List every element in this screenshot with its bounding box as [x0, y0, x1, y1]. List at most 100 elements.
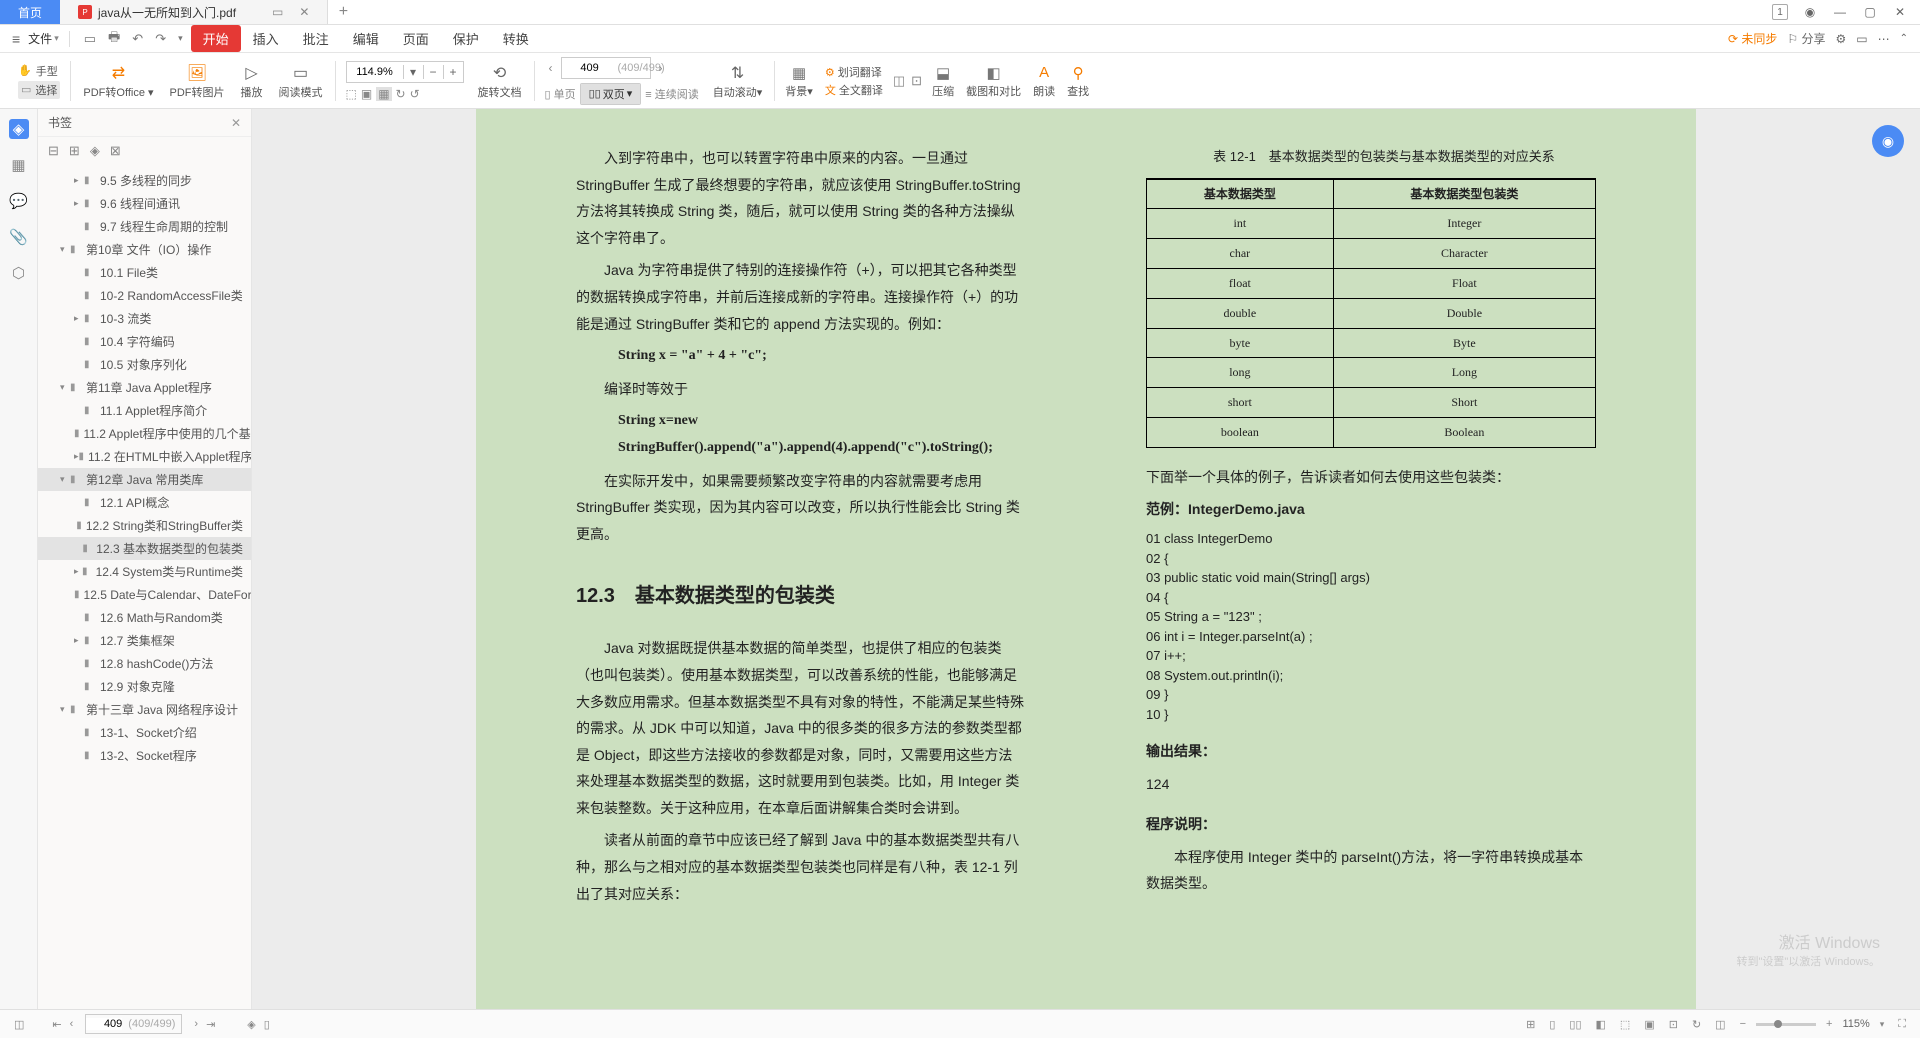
- single-page[interactable]: ▯ 单页: [545, 86, 576, 102]
- sb-page-input[interactable]: [86, 1018, 122, 1030]
- screenshot[interactable]: ◧截图和对比: [960, 63, 1027, 99]
- sb-view1[interactable]: ⊞: [1522, 1018, 1539, 1031]
- sb-zoom-dropdown[interactable]: ▾: [1876, 1019, 1889, 1030]
- rotate-left-icon[interactable]: ↻: [396, 87, 406, 101]
- sb-view6[interactable]: ▣: [1640, 1018, 1658, 1031]
- menu-1[interactable]: 插入: [241, 25, 291, 52]
- print-icon[interactable]: 🖶: [104, 28, 124, 50]
- bookmark-item[interactable]: ▮10.5 对象序列化: [38, 353, 251, 376]
- sb-view7[interactable]: ⊡: [1665, 1018, 1682, 1031]
- sb-panel-icon[interactable]: ◫: [10, 1018, 28, 1031]
- bookmark-item[interactable]: ▸▮12.7 类集框架: [38, 629, 251, 652]
- sb-view9[interactable]: ◫: [1711, 1018, 1729, 1031]
- sb-view2[interactable]: ▯: [1545, 1018, 1559, 1031]
- bookmark-item[interactable]: ▮12.1 API概念: [38, 491, 251, 514]
- bookmark-item[interactable]: ▮12.3 基本数据类型的包装类: [38, 537, 251, 560]
- sync-status[interactable]: ⟳ 未同步: [1728, 30, 1777, 47]
- menu-3[interactable]: 编辑: [341, 25, 391, 52]
- tab-close-icon[interactable]: ✕: [299, 5, 309, 19]
- tool-collapse[interactable]: ⊟: [48, 143, 59, 159]
- tab-document[interactable]: P java从一无所知到入门.pdf ▭ ✕: [60, 0, 328, 24]
- sb-first-page[interactable]: ⇤: [48, 1018, 65, 1031]
- sb-zoom-slider[interactable]: [1756, 1023, 1816, 1026]
- bookmark-item[interactable]: ▮11.2 Applet程序中使用的几个基本方法: [38, 422, 251, 445]
- fit-width-icon[interactable]: ⬚: [346, 87, 357, 101]
- fab-button[interactable]: ◉: [1872, 125, 1904, 157]
- bookmark-item[interactable]: ▮10.4 字符编码: [38, 330, 251, 353]
- next-page[interactable]: ›: [655, 61, 667, 75]
- sb-page-icon[interactable]: ▯: [260, 1018, 274, 1031]
- sb-last-page[interactable]: ⇥: [202, 1018, 219, 1031]
- bookmark-icon[interactable]: ◈: [9, 119, 29, 139]
- redo-icon[interactable]: ↷: [151, 31, 170, 47]
- continuous-read[interactable]: ≡ 连续阅读: [645, 86, 698, 102]
- menu-4[interactable]: 页面: [391, 25, 441, 52]
- bookmark-item[interactable]: ▮13-1、Socket介绍: [38, 721, 251, 744]
- read-aloud[interactable]: A朗读: [1027, 63, 1061, 99]
- zoom-in[interactable]: +: [443, 65, 463, 79]
- bookmark-item[interactable]: ▾▮第十三章 Java 网络程序设计: [38, 698, 251, 721]
- dropdown-icon[interactable]: ▾: [174, 33, 187, 44]
- adapt-icon[interactable]: ⊡: [911, 73, 922, 89]
- document-area[interactable]: ◉ 入到字符串中，也可以转置字符串中原来的内容。一旦通过 StringBuffe…: [252, 109, 1920, 1009]
- bookmark-item[interactable]: ▮12.9 对象克隆: [38, 675, 251, 698]
- bookmark-item[interactable]: ▸▮10-3 流类: [38, 307, 251, 330]
- bookmark-item[interactable]: ▮9.7 线程生命周期的控制: [38, 215, 251, 238]
- tool-bookmark[interactable]: ◈: [90, 143, 100, 159]
- zoom-input[interactable]: [347, 62, 403, 82]
- layers-icon[interactable]: ⬡: [9, 263, 29, 283]
- zoom-dropdown[interactable]: ▾: [403, 65, 423, 79]
- sb-zoom-value[interactable]: 115%: [1842, 1018, 1869, 1030]
- bookmark-item[interactable]: ▾▮第12章 Java 常用类库: [38, 468, 251, 491]
- fit-actual-icon[interactable]: ▦: [376, 87, 391, 101]
- bookmark-item[interactable]: ▮12.6 Math与Random类: [38, 606, 251, 629]
- undo-icon[interactable]: ↶: [128, 31, 147, 47]
- avatar-icon[interactable]: ◉: [1802, 4, 1818, 20]
- bookmark-item[interactable]: ▸▮12.4 System类与Runtime类: [38, 560, 251, 583]
- share-button[interactable]: ⚐ 分享: [1787, 30, 1825, 47]
- attachment-icon[interactable]: 📎: [9, 227, 29, 247]
- rotate-right-icon[interactable]: ↺: [410, 87, 420, 101]
- sidebar-close-icon[interactable]: ✕: [231, 116, 241, 130]
- sb-view8[interactable]: ↻: [1688, 1018, 1705, 1031]
- sb-zoom-out[interactable]: −: [1736, 1018, 1750, 1030]
- menu-6[interactable]: 转换: [491, 25, 541, 52]
- autoscroll[interactable]: ⇅自动滚动▾: [705, 62, 771, 100]
- pdf-to-image[interactable]: 🖼PDF转图片: [162, 62, 233, 100]
- bookmark-item[interactable]: ▾▮第10章 文件（IO）操作: [38, 238, 251, 261]
- word-translate[interactable]: ⚙ 划词翻译: [825, 64, 883, 80]
- double-page[interactable]: ▯▯ 双页▾: [581, 84, 641, 104]
- bookmark-item[interactable]: ▮13-2、Socket程序: [38, 744, 251, 767]
- tab-menu-icon[interactable]: ▭: [272, 5, 283, 19]
- page-input[interactable]: [562, 58, 618, 78]
- sb-next-page[interactable]: ›: [190, 1018, 202, 1030]
- compress[interactable]: ⬓压缩: [926, 63, 960, 99]
- badge-icon[interactable]: 1: [1772, 4, 1788, 20]
- zoom-control[interactable]: ▾ − +: [346, 61, 464, 83]
- crop-icon[interactable]: ◫: [893, 73, 905, 89]
- bookmark-item[interactable]: ▮10-2 RandomAccessFile类: [38, 284, 251, 307]
- find[interactable]: ⚲查找: [1061, 63, 1095, 99]
- thumbnail-icon[interactable]: ▦: [9, 155, 29, 175]
- hamburger-icon[interactable]: ≡: [12, 31, 20, 47]
- new-tab-button[interactable]: +: [328, 0, 358, 24]
- gear-icon[interactable]: ⚙: [1836, 32, 1847, 46]
- close-icon[interactable]: ✕: [1892, 4, 1908, 20]
- sb-view5[interactable]: ⬚: [1616, 1018, 1634, 1031]
- menu-2[interactable]: 批注: [291, 25, 341, 52]
- bookmark-item[interactable]: ▸▮9.6 线程间通讯: [38, 192, 251, 215]
- tab-home[interactable]: 首页: [0, 0, 60, 24]
- tool-expand[interactable]: ⊞: [69, 143, 80, 159]
- more-icon[interactable]: ⋯: [1878, 32, 1890, 46]
- window-icon[interactable]: ▭: [1856, 32, 1867, 46]
- sb-view4[interactable]: ◧: [1592, 1018, 1610, 1031]
- zoom-out[interactable]: −: [423, 65, 443, 79]
- bookmark-item[interactable]: ▮12.5 Date与Calendar、DateFormat类: [38, 583, 251, 606]
- sb-prev-page[interactable]: ‹: [66, 1018, 78, 1030]
- hand-tool[interactable]: ✋手型: [18, 63, 60, 79]
- comment-icon[interactable]: 💬: [9, 191, 29, 211]
- file-menu[interactable]: 文件▾: [28, 30, 59, 47]
- full-translate[interactable]: 文 全文翻译: [825, 82, 883, 98]
- bookmark-item[interactable]: ▮12.2 String类和StringBuffer类: [38, 514, 251, 537]
- sb-view3[interactable]: ▯▯: [1565, 1018, 1585, 1031]
